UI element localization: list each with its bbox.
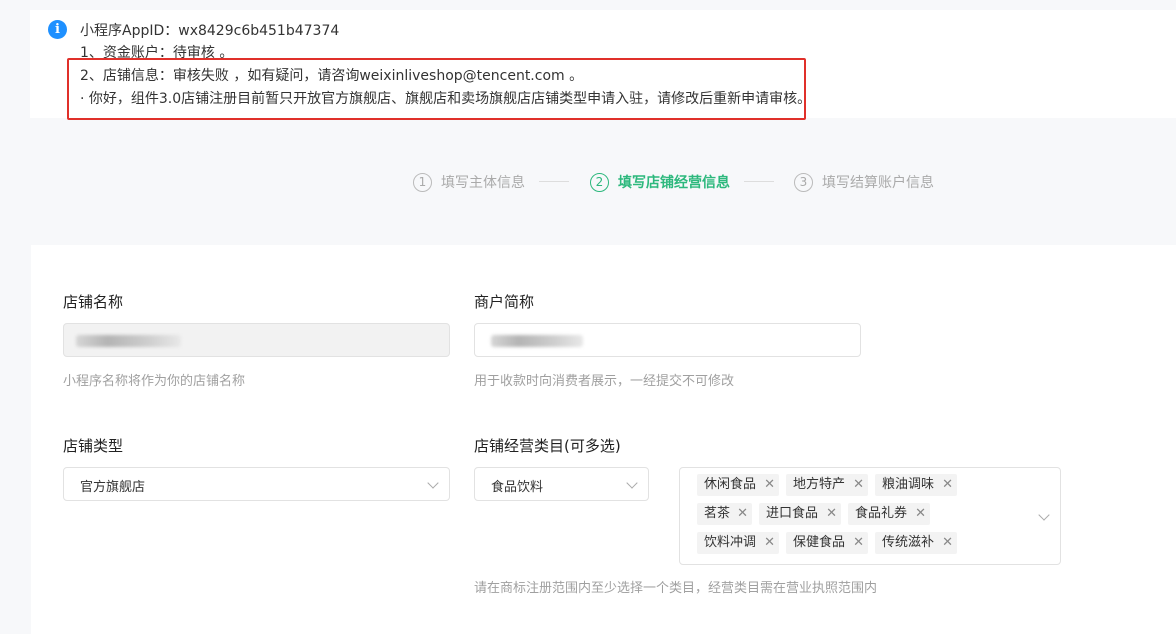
category-tag: 传统滋补 ✕ [875, 532, 957, 554]
step-2-number: 2 [590, 172, 609, 192]
chevron-down-icon [626, 477, 638, 489]
tag-label: 地方特产 [793, 477, 846, 492]
tag-label: 进口食品 [766, 506, 819, 521]
shop-type-value: 官方旗舰店 [80, 480, 146, 495]
category-multi-select[interactable]: 休闲食品 ✕ 地方特产 ✕ 粮油调味 ✕ 茗茶 ✕ 进口食品 ✕ 食品礼券 ✕ 饮料冲调 ✕ … [679, 467, 1061, 565]
shop-name-input [63, 323, 450, 357]
shop-type-select[interactable]: 官方旗舰店 [63, 467, 450, 501]
info-icon: i [48, 20, 67, 39]
merchant-short-name-label: 商户简称 [474, 293, 535, 311]
category-tag: 休闲食品 ✕ [697, 474, 779, 496]
shop-name-hint: 小程序名称将作为你的店铺名称 [63, 374, 246, 389]
tag-label: 茗茶 [704, 506, 731, 521]
appid-text: 小程序AppID：wx8429c6b451b47374 [80, 23, 340, 39]
step-connector [744, 181, 774, 182]
step-3: 3 填写结算账户信息 [794, 172, 934, 192]
tag-label: 休闲食品 [704, 477, 757, 492]
category-tag: 食品礼券 ✕ [848, 503, 930, 525]
shop-name-label: 店铺名称 [63, 293, 124, 311]
close-icon[interactable]: ✕ [942, 532, 953, 554]
close-icon[interactable]: ✕ [764, 532, 775, 554]
shop-info-status: 2、店铺信息：审核失败 ，如有疑问，请咨询weixinliveshop@tenc… [80, 68, 584, 84]
rejection-reason: · 你好，组件3.0店铺注册目前暂只开放官方旗舰店、旗舰店和卖场旗舰店店铺类型申… [80, 91, 812, 107]
step-3-number: 3 [794, 172, 813, 192]
tag-label: 传统滋补 [882, 535, 935, 550]
chevron-down-icon [427, 477, 439, 489]
category-tag: 茗茶 ✕ [697, 503, 752, 525]
category-tag: 进口食品 ✕ [759, 503, 841, 525]
review-notice: i 小程序AppID：wx8429c6b451b47374 1、资金账户：待审核… [30, 10, 1176, 120]
close-icon[interactable]: ✕ [942, 474, 953, 496]
merchant-short-name-input[interactable] [474, 323, 861, 357]
close-icon[interactable]: ✕ [915, 503, 926, 525]
step-2: 2 填写店铺经营信息 [590, 172, 730, 192]
category-label: 店铺经营类目(可多选) [474, 437, 621, 455]
category-primary-select[interactable]: 食品饮料 [474, 467, 649, 501]
tag-label: 食品礼券 [855, 506, 908, 521]
close-icon[interactable]: ✕ [853, 532, 864, 554]
tag-label: 饮料冲调 [704, 535, 757, 550]
category-primary-value: 食品饮料 [491, 480, 544, 495]
category-tag: 地方特产 ✕ [786, 474, 868, 496]
redacted-text [76, 335, 181, 347]
category-tag: 饮料冲调 ✕ [697, 532, 779, 554]
step-1-number: 1 [413, 172, 432, 192]
category-hint: 请在商标注册范围内至少选择一个类目，经营类目需在营业执照范围内 [474, 581, 878, 596]
step-2-label: 填写店铺经营信息 [618, 175, 730, 191]
step-1: 1 填写主体信息 [413, 172, 525, 192]
tag-label: 保健食品 [793, 535, 846, 550]
merchant-short-name-hint: 用于收款时向消费者展示，一经提交不可修改 [474, 374, 735, 389]
step-connector [539, 181, 569, 182]
tag-label: 粮油调味 [882, 477, 935, 492]
close-icon[interactable]: ✕ [764, 474, 775, 496]
close-icon[interactable]: ✕ [853, 474, 864, 496]
category-tag: 粮油调味 ✕ [875, 474, 957, 496]
close-icon[interactable]: ✕ [826, 503, 837, 525]
chevron-down-icon [1038, 509, 1050, 521]
shop-info-form: 店铺名称 小程序名称将作为你的店铺名称 商户简称 用于收款时向消费者展示，一经提… [31, 245, 1176, 634]
step-1-label: 填写主体信息 [441, 175, 525, 191]
shop-type-label: 店铺类型 [63, 437, 124, 455]
step-3-label: 填写结算账户信息 [822, 175, 934, 191]
close-icon[interactable]: ✕ [737, 503, 748, 525]
category-tag: 保健食品 ✕ [786, 532, 868, 554]
redacted-text [491, 335, 583, 347]
